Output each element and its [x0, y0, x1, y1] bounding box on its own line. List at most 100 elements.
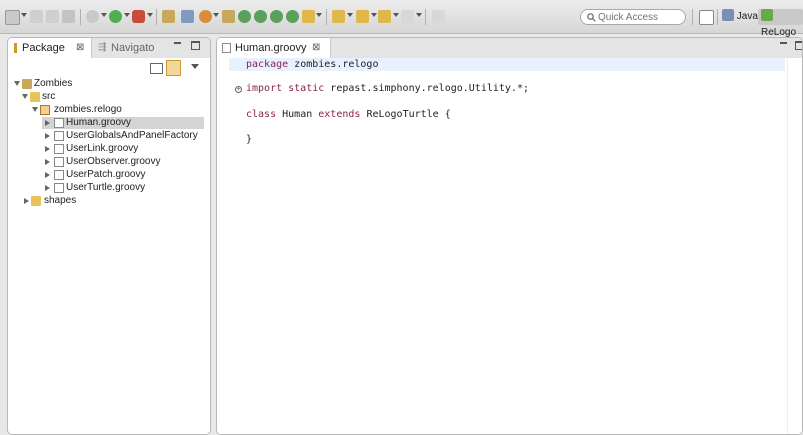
left-tabbar: Package ⊠ ⇶ Navigato [8, 38, 210, 58]
folder-icon [31, 196, 41, 206]
pin-editor-icon[interactable] [432, 10, 445, 23]
new-link-icon[interactable] [270, 10, 283, 23]
perspective-java-label: Java [736, 11, 758, 22]
annotation-nav-icon[interactable] [332, 10, 345, 23]
back-dropdown-icon[interactable] [393, 13, 399, 17]
groovy-file-icon [54, 144, 64, 154]
save-icon[interactable] [30, 10, 43, 23]
tree-node-shapes[interactable]: shapes [22, 195, 204, 207]
minimize-icon[interactable] [174, 42, 181, 44]
view-menu-icon[interactable] [191, 64, 199, 69]
perspective-relogo[interactable]: ReLogo [758, 9, 803, 38]
new-package-icon[interactable] [181, 10, 194, 23]
code-line-7[interactable]: } [246, 133, 252, 147]
debug-dropdown-icon[interactable] [101, 13, 107, 17]
tree-node-label: Human.groovy [66, 117, 132, 128]
java-perspective-icon [722, 9, 734, 21]
open-perspective-icon[interactable] [699, 10, 714, 25]
forward-icon[interactable] [401, 10, 414, 23]
tree-node-userglobals[interactable]: UserGlobalsAndPanelFactory [42, 130, 204, 142]
debug-icon[interactable] [86, 10, 99, 23]
new-observer-icon[interactable] [286, 10, 299, 23]
groovy-file-icon [54, 183, 64, 193]
back-icon[interactable] [378, 10, 391, 23]
keyword-extends: extends [318, 109, 361, 120]
closing-brace: } [246, 134, 253, 145]
tree-node-label: UserTurtle.groovy [66, 182, 146, 193]
tab-human-groovy[interactable]: Human.groovy ⊠ [217, 38, 331, 58]
tree-node-zombies-relogo[interactable]: zombies.relogo [32, 104, 204, 116]
close-icon[interactable]: ⊠ [76, 38, 84, 58]
tree-node-userobserver[interactable]: UserObserver.groovy [42, 156, 204, 168]
tree-node-label: shapes [44, 195, 77, 206]
external-tools-dropdown-icon[interactable] [147, 13, 153, 17]
code-line-1[interactable]: package zombies.relogo [246, 58, 378, 72]
save-all-icon[interactable] [46, 10, 59, 23]
close-icon[interactable]: ⊠ [312, 38, 320, 58]
groovy-file-icon [54, 170, 64, 180]
new-java-project-icon[interactable] [162, 10, 175, 23]
tree-node-label: UserPatch.groovy [66, 169, 146, 180]
tree-node-label: UserGlobalsAndPanelFactory [66, 130, 198, 141]
new-icon[interactable] [5, 10, 20, 25]
external-tools-icon[interactable] [132, 10, 145, 23]
tab-navigator[interactable]: ⇶ Navigato [96, 38, 166, 58]
new-turtle-icon[interactable] [238, 10, 251, 23]
run-icon[interactable] [109, 10, 122, 23]
annotation-nav-dropdown-icon[interactable] [347, 13, 353, 17]
tab-human-groovy-label: Human.groovy [235, 42, 307, 54]
code-line-5[interactable]: class Human extends ReLogoTurtle { [246, 108, 451, 122]
tree-node-userpatch[interactable]: UserPatch.groovy [42, 169, 204, 181]
tree-node-label: UserLink.groovy [66, 143, 139, 154]
tree-node-human-groovy[interactable]: Human.groovy [42, 117, 204, 129]
relogo-perspective-icon [761, 9, 773, 21]
search-tool-dropdown-icon[interactable] [316, 13, 322, 17]
minimize-icon[interactable] [780, 42, 787, 44]
new-class-dropdown-icon[interactable] [213, 13, 219, 17]
tree-node-label: src [42, 91, 56, 102]
keyword-class: class [246, 109, 277, 120]
groovy-file-icon [222, 43, 231, 53]
groovy-file-icon [54, 131, 64, 141]
new-patch-icon[interactable] [254, 10, 267, 23]
tab-package-explorer-label: Package [22, 42, 65, 54]
link-with-editor-icon[interactable] [166, 60, 181, 76]
maximize-icon[interactable] [795, 41, 802, 50]
editor-tabbar: Human.groovy ⊠ [217, 38, 802, 58]
tree-node-src[interactable]: src [22, 91, 204, 103]
import-path: repast.simphony.relogo.Utility.*; [324, 83, 529, 94]
groovy-file-icon [54, 157, 64, 167]
relogo-project-icon[interactable] [222, 10, 235, 23]
tree-node-userturtle[interactable]: UserTurtle.groovy [42, 182, 204, 194]
superclass-name: ReLogoTurtle { [360, 109, 451, 120]
run-dropdown-icon[interactable] [124, 13, 130, 17]
editor-view: Human.groovy ⊠ package zombies.relogo + … [216, 37, 803, 435]
source-folder-icon [30, 92, 40, 102]
perspective-java[interactable]: Java [722, 9, 758, 25]
search-icon [587, 13, 596, 22]
tab-package-explorer[interactable]: Package ⊠ [8, 38, 92, 58]
keyword-package: package [246, 59, 289, 70]
package-explorer-view: Package ⊠ ⇶ Navigato Zombies src zombies… [7, 37, 211, 435]
search-tool-icon[interactable] [302, 10, 315, 23]
package-icon [40, 105, 50, 115]
prev-edit-icon[interactable] [356, 10, 369, 23]
collapse-all-icon[interactable] [150, 63, 163, 74]
quick-access-field[interactable] [580, 9, 686, 25]
code-line-3[interactable]: import static repast.simphony.relogo.Uti… [246, 82, 529, 96]
maximize-icon[interactable] [191, 41, 200, 50]
tree-node-zombies[interactable]: Zombies [14, 78, 204, 90]
navigator-icon: ⇶ [98, 42, 107, 53]
new-dropdown-icon[interactable] [21, 13, 27, 17]
fold-expand-icon[interactable]: + [235, 86, 242, 93]
package-explorer-icon [14, 43, 17, 53]
tree-node-userlink[interactable]: UserLink.groovy [42, 143, 204, 155]
prev-edit-dropdown-icon[interactable] [371, 13, 377, 17]
new-class-icon[interactable] [199, 10, 212, 23]
quick-access-input[interactable] [598, 10, 682, 24]
project-icon [22, 79, 32, 89]
forward-dropdown-icon[interactable] [416, 13, 422, 17]
overview-ruler [787, 58, 802, 434]
class-name: Human [276, 109, 319, 120]
print-icon[interactable] [62, 10, 75, 23]
